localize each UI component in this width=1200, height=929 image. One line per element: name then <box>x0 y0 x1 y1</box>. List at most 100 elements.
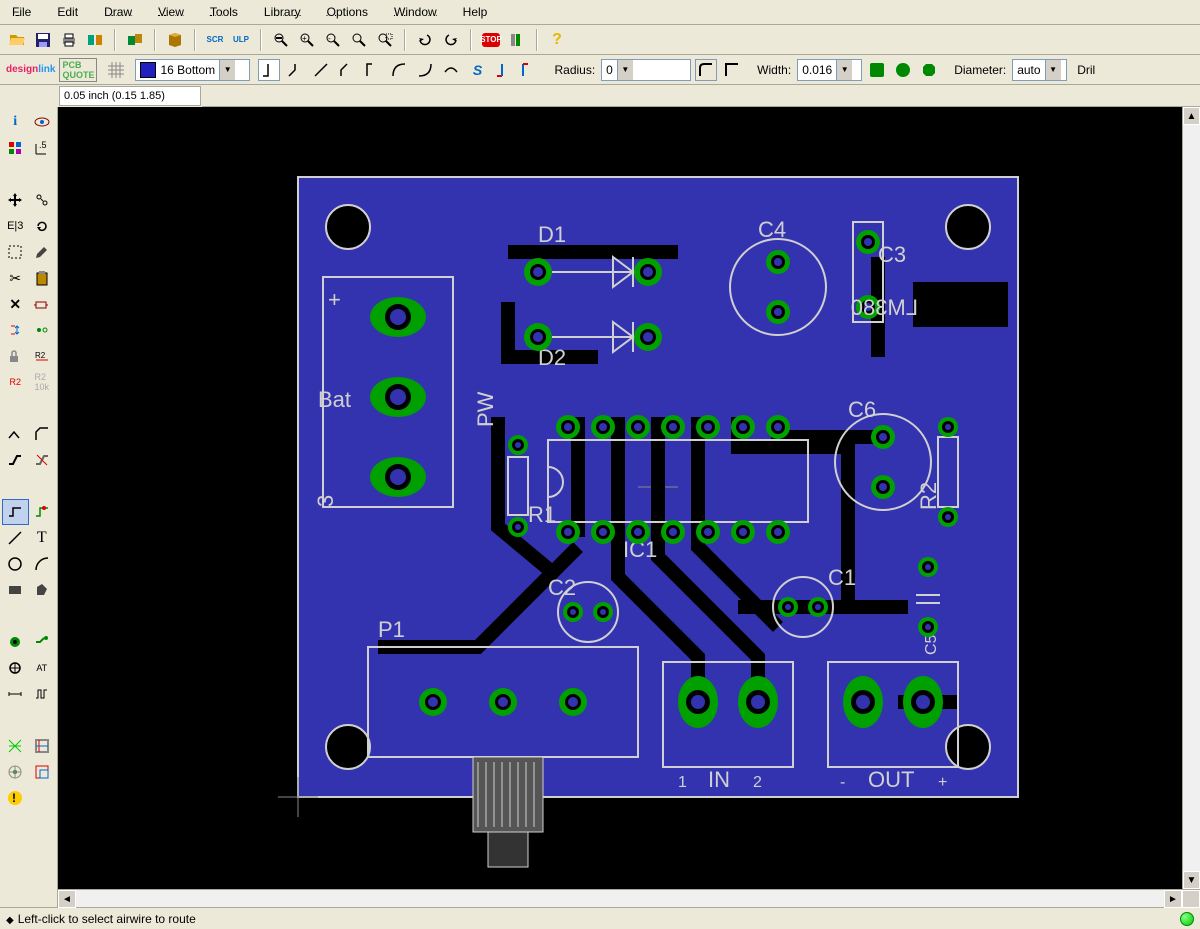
redo-button[interactable] <box>440 29 462 51</box>
via-octagon-button[interactable] <box>918 59 940 81</box>
smash-tool[interactable]: R2 <box>29 343 56 369</box>
replace-tool[interactable] <box>29 317 56 343</box>
wire-tool[interactable] <box>2 499 29 525</box>
auto-tool[interactable] <box>29 733 56 759</box>
help-button[interactable]: ? <box>546 29 568 51</box>
mark-tool[interactable]: .5 <box>29 135 56 161</box>
wire-bend-3-button[interactable] <box>336 59 358 81</box>
menu-library[interactable]: Library <box>260 3 305 21</box>
pinswap-tool[interactable] <box>2 317 29 343</box>
radius-dropdown[interactable]: 0 ▼ <box>601 59 691 81</box>
erc-tool[interactable] <box>2 759 29 785</box>
wire-bend-4-button[interactable] <box>362 59 384 81</box>
pcb-canvas[interactable]: Bat + 3 D1 D2 PW <box>58 107 1200 889</box>
designlink-button[interactable]: designlink <box>6 64 55 75</box>
scroll-right-icon[interactable]: ► <box>1164 890 1182 908</box>
route-tool[interactable] <box>2 447 29 473</box>
group-tool[interactable] <box>2 239 29 265</box>
errors-tool[interactable]: ! <box>2 785 29 811</box>
ripup-tool[interactable] <box>29 447 56 473</box>
signal-tool[interactable] <box>29 629 56 655</box>
stop-button[interactable]: STOP <box>480 29 502 51</box>
layer-dropdown[interactable]: 16 Bottom ▼ <box>135 59 250 81</box>
menu-help[interactable]: Help <box>459 3 492 21</box>
menu-view[interactable]: View <box>154 3 188 21</box>
vertical-scrollbar[interactable]: ▲ ▼ <box>1182 107 1200 889</box>
name-tool[interactable]: R2 <box>2 369 29 395</box>
go-button[interactable] <box>506 29 528 51</box>
wire-bend-6-button[interactable] <box>414 59 436 81</box>
value-tool[interactable]: R210k <box>29 369 56 395</box>
width-dropdown[interactable]: 0.016 ▼ <box>797 59 862 81</box>
drc-tool[interactable] <box>29 759 56 785</box>
wire-bend-ml-button[interactable] <box>492 59 514 81</box>
horizontal-scrollbar[interactable]: ◄ ► <box>58 889 1200 907</box>
circle-tool[interactable] <box>2 551 29 577</box>
miter-straight-button[interactable] <box>721 59 743 81</box>
menu-edit[interactable]: Edit <box>53 3 82 21</box>
add-tool[interactable] <box>29 291 56 317</box>
script-button[interactable]: SCR <box>204 29 226 51</box>
menu-file[interactable]: File <box>8 3 35 21</box>
ulp-button[interactable]: ULP <box>230 29 252 51</box>
library-button[interactable] <box>164 29 186 51</box>
menu-draw[interactable]: Draw <box>100 3 136 21</box>
pcb-quote-button[interactable]: PCBQUOTE <box>59 58 97 82</box>
cut-tool[interactable]: ✂ <box>2 265 29 291</box>
print-button[interactable] <box>58 29 80 51</box>
display-tool[interactable] <box>2 135 29 161</box>
meander-tool[interactable] <box>29 681 56 707</box>
zoom-in-button[interactable]: + <box>296 29 318 51</box>
wire-bend-5-button[interactable] <box>388 59 410 81</box>
wire-free-tool[interactable] <box>29 499 56 525</box>
cam-button[interactable] <box>84 29 106 51</box>
zoom-fit-button[interactable] <box>270 29 292 51</box>
open-button[interactable] <box>6 29 28 51</box>
change-tool[interactable] <box>29 239 56 265</box>
move-tool[interactable] <box>2 187 29 213</box>
wire-bend-7-button[interactable] <box>440 59 462 81</box>
lock-tool[interactable] <box>2 343 29 369</box>
copy-tool[interactable] <box>29 187 56 213</box>
zoom-out-button[interactable]: - <box>322 29 344 51</box>
menu-options[interactable]: Options <box>323 3 372 21</box>
scroll-left-icon[interactable]: ◄ <box>58 890 76 908</box>
wire-bend-1-button[interactable] <box>284 59 306 81</box>
split-tool[interactable] <box>2 421 29 447</box>
wire-bend-free-button[interactable]: S <box>466 59 488 81</box>
undo-button[interactable] <box>414 29 436 51</box>
diameter-dropdown[interactable]: auto ▼ <box>1012 59 1067 81</box>
attribute-tool[interactable]: AT <box>29 655 56 681</box>
wire-bend-2-button[interactable] <box>310 59 332 81</box>
via-round-button[interactable] <box>892 59 914 81</box>
grid-button[interactable] <box>105 59 127 81</box>
hole-tool[interactable] <box>2 655 29 681</box>
menu-window[interactable]: Window <box>390 3 441 21</box>
miter-round-button[interactable] <box>695 59 717 81</box>
arc-tool[interactable] <box>29 551 56 577</box>
menu-tools[interactable]: Tools <box>206 3 242 21</box>
zoom-select-button[interactable] <box>374 29 396 51</box>
text-tool[interactable]: T <box>29 525 56 551</box>
line-tool[interactable] <box>2 525 29 551</box>
show-tool[interactable] <box>29 109 56 135</box>
miter-tool[interactable] <box>29 421 56 447</box>
polygon-tool[interactable] <box>29 577 56 603</box>
via-square-button[interactable] <box>866 59 888 81</box>
wire-bend-0-button[interactable] <box>258 59 280 81</box>
via-tool[interactable] <box>2 629 29 655</box>
scroll-up-icon[interactable]: ▲ <box>1183 107 1200 125</box>
paste-tool[interactable] <box>29 265 56 291</box>
zoom-redraw-button[interactable] <box>348 29 370 51</box>
wire-bend-mr-button[interactable] <box>518 59 540 81</box>
rect-tool[interactable] <box>2 577 29 603</box>
dimension-tool[interactable] <box>2 681 29 707</box>
scroll-down-icon[interactable]: ▼ <box>1183 871 1200 889</box>
brd-sch-switch-button[interactable] <box>124 29 146 51</box>
info-tool[interactable]: i <box>2 109 29 135</box>
rotate-tool[interactable] <box>29 213 56 239</box>
coords-input[interactable] <box>60 87 200 105</box>
ratsnest-tool[interactable] <box>2 733 29 759</box>
mirror-tool[interactable]: E|3 <box>2 213 29 239</box>
save-button[interactable] <box>32 29 54 51</box>
